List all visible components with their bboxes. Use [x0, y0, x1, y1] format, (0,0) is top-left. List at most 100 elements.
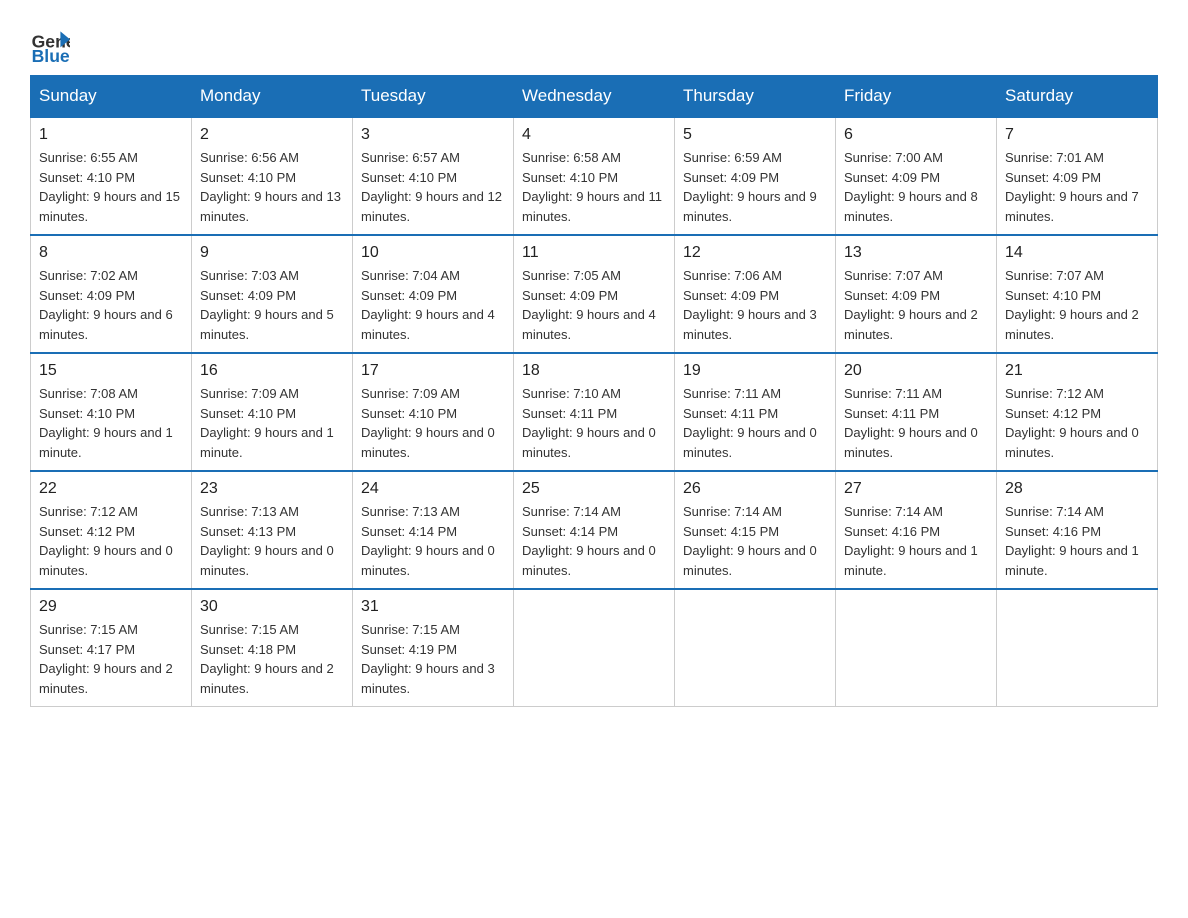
calendar-cell: 25 Sunrise: 7:14 AMSunset: 4:14 PMDaylig… — [514, 471, 675, 589]
day-number: 29 — [39, 598, 183, 616]
day-info: Sunrise: 7:14 AMSunset: 4:16 PMDaylight:… — [844, 502, 988, 580]
day-info: Sunrise: 7:12 AMSunset: 4:12 PMDaylight:… — [1005, 384, 1149, 462]
calendar-cell: 22 Sunrise: 7:12 AMSunset: 4:12 PMDaylig… — [31, 471, 192, 589]
calendar-cell: 27 Sunrise: 7:14 AMSunset: 4:16 PMDaylig… — [836, 471, 997, 589]
calendar-week-row: 8 Sunrise: 7:02 AMSunset: 4:09 PMDayligh… — [31, 235, 1158, 353]
day-info: Sunrise: 7:14 AMSunset: 4:15 PMDaylight:… — [683, 502, 827, 580]
day-number: 6 — [844, 126, 988, 144]
day-info: Sunrise: 7:04 AMSunset: 4:09 PMDaylight:… — [361, 266, 505, 344]
calendar-header-saturday: Saturday — [997, 76, 1158, 118]
day-number: 12 — [683, 244, 827, 262]
day-number: 10 — [361, 244, 505, 262]
calendar-cell: 16 Sunrise: 7:09 AMSunset: 4:10 PMDaylig… — [192, 353, 353, 471]
day-info: Sunrise: 7:13 AMSunset: 4:13 PMDaylight:… — [200, 502, 344, 580]
day-info: Sunrise: 7:08 AMSunset: 4:10 PMDaylight:… — [39, 384, 183, 462]
calendar-cell — [997, 589, 1158, 707]
day-number: 30 — [200, 598, 344, 616]
day-info: Sunrise: 7:13 AMSunset: 4:14 PMDaylight:… — [361, 502, 505, 580]
day-info: Sunrise: 7:11 AMSunset: 4:11 PMDaylight:… — [844, 384, 988, 462]
day-number: 22 — [39, 480, 183, 498]
day-info: Sunrise: 7:14 AMSunset: 4:16 PMDaylight:… — [1005, 502, 1149, 580]
day-number: 20 — [844, 362, 988, 380]
calendar-header-row: SundayMondayTuesdayWednesdayThursdayFrid… — [31, 76, 1158, 118]
calendar-cell: 3 Sunrise: 6:57 AMSunset: 4:10 PMDayligh… — [353, 117, 514, 235]
day-number: 5 — [683, 126, 827, 144]
calendar-cell: 31 Sunrise: 7:15 AMSunset: 4:19 PMDaylig… — [353, 589, 514, 707]
calendar-cell: 9 Sunrise: 7:03 AMSunset: 4:09 PMDayligh… — [192, 235, 353, 353]
day-info: Sunrise: 7:07 AMSunset: 4:09 PMDaylight:… — [844, 266, 988, 344]
day-number: 17 — [361, 362, 505, 380]
calendar-cell: 29 Sunrise: 7:15 AMSunset: 4:17 PMDaylig… — [31, 589, 192, 707]
calendar-cell: 28 Sunrise: 7:14 AMSunset: 4:16 PMDaylig… — [997, 471, 1158, 589]
calendar-cell: 13 Sunrise: 7:07 AMSunset: 4:09 PMDaylig… — [836, 235, 997, 353]
day-info: Sunrise: 6:59 AMSunset: 4:09 PMDaylight:… — [683, 148, 827, 226]
day-number: 31 — [361, 598, 505, 616]
page-header: General Blue — [30, 20, 1158, 65]
day-info: Sunrise: 7:15 AMSunset: 4:17 PMDaylight:… — [39, 620, 183, 698]
calendar-cell: 30 Sunrise: 7:15 AMSunset: 4:18 PMDaylig… — [192, 589, 353, 707]
calendar-cell: 19 Sunrise: 7:11 AMSunset: 4:11 PMDaylig… — [675, 353, 836, 471]
day-number: 24 — [361, 480, 505, 498]
calendar-cell: 17 Sunrise: 7:09 AMSunset: 4:10 PMDaylig… — [353, 353, 514, 471]
day-info: Sunrise: 7:09 AMSunset: 4:10 PMDaylight:… — [200, 384, 344, 462]
calendar-header-sunday: Sunday — [31, 76, 192, 118]
day-info: Sunrise: 7:10 AMSunset: 4:11 PMDaylight:… — [522, 384, 666, 462]
day-info: Sunrise: 7:14 AMSunset: 4:14 PMDaylight:… — [522, 502, 666, 580]
day-number: 9 — [200, 244, 344, 262]
day-info: Sunrise: 7:15 AMSunset: 4:18 PMDaylight:… — [200, 620, 344, 698]
calendar-cell: 15 Sunrise: 7:08 AMSunset: 4:10 PMDaylig… — [31, 353, 192, 471]
day-info: Sunrise: 7:07 AMSunset: 4:10 PMDaylight:… — [1005, 266, 1149, 344]
calendar-cell: 1 Sunrise: 6:55 AMSunset: 4:10 PMDayligh… — [31, 117, 192, 235]
calendar-cell: 20 Sunrise: 7:11 AMSunset: 4:11 PMDaylig… — [836, 353, 997, 471]
day-info: Sunrise: 7:01 AMSunset: 4:09 PMDaylight:… — [1005, 148, 1149, 226]
day-number: 13 — [844, 244, 988, 262]
day-number: 14 — [1005, 244, 1149, 262]
logo-icon: General Blue — [30, 25, 70, 65]
calendar-cell: 12 Sunrise: 7:06 AMSunset: 4:09 PMDaylig… — [675, 235, 836, 353]
calendar-week-row: 22 Sunrise: 7:12 AMSunset: 4:12 PMDaylig… — [31, 471, 1158, 589]
day-number: 2 — [200, 126, 344, 144]
calendar-cell: 26 Sunrise: 7:14 AMSunset: 4:15 PMDaylig… — [675, 471, 836, 589]
calendar-cell: 5 Sunrise: 6:59 AMSunset: 4:09 PMDayligh… — [675, 117, 836, 235]
day-number: 23 — [200, 480, 344, 498]
day-info: Sunrise: 6:58 AMSunset: 4:10 PMDaylight:… — [522, 148, 666, 226]
day-number: 28 — [1005, 480, 1149, 498]
calendar-cell: 21 Sunrise: 7:12 AMSunset: 4:12 PMDaylig… — [997, 353, 1158, 471]
calendar-cell: 2 Sunrise: 6:56 AMSunset: 4:10 PMDayligh… — [192, 117, 353, 235]
day-number: 15 — [39, 362, 183, 380]
day-number: 7 — [1005, 126, 1149, 144]
calendar-cell: 18 Sunrise: 7:10 AMSunset: 4:11 PMDaylig… — [514, 353, 675, 471]
day-number: 26 — [683, 480, 827, 498]
day-info: Sunrise: 6:55 AMSunset: 4:10 PMDaylight:… — [39, 148, 183, 226]
calendar-cell: 23 Sunrise: 7:13 AMSunset: 4:13 PMDaylig… — [192, 471, 353, 589]
calendar-cell: 8 Sunrise: 7:02 AMSunset: 4:09 PMDayligh… — [31, 235, 192, 353]
calendar-cell — [836, 589, 997, 707]
calendar-week-row: 29 Sunrise: 7:15 AMSunset: 4:17 PMDaylig… — [31, 589, 1158, 707]
logo: General Blue — [30, 20, 76, 65]
calendar-cell: 7 Sunrise: 7:01 AMSunset: 4:09 PMDayligh… — [997, 117, 1158, 235]
day-number: 11 — [522, 244, 666, 262]
day-info: Sunrise: 7:03 AMSunset: 4:09 PMDaylight:… — [200, 266, 344, 344]
calendar-header-tuesday: Tuesday — [353, 76, 514, 118]
day-number: 3 — [361, 126, 505, 144]
day-number: 4 — [522, 126, 666, 144]
day-info: Sunrise: 7:05 AMSunset: 4:09 PMDaylight:… — [522, 266, 666, 344]
calendar-cell: 14 Sunrise: 7:07 AMSunset: 4:10 PMDaylig… — [997, 235, 1158, 353]
day-number: 8 — [39, 244, 183, 262]
day-number: 16 — [200, 362, 344, 380]
calendar-header-monday: Monday — [192, 76, 353, 118]
calendar-header-thursday: Thursday — [675, 76, 836, 118]
calendar-cell: 6 Sunrise: 7:00 AMSunset: 4:09 PMDayligh… — [836, 117, 997, 235]
calendar-header-friday: Friday — [836, 76, 997, 118]
svg-text:Blue: Blue — [32, 46, 70, 65]
calendar-cell: 11 Sunrise: 7:05 AMSunset: 4:09 PMDaylig… — [514, 235, 675, 353]
calendar-week-row: 1 Sunrise: 6:55 AMSunset: 4:10 PMDayligh… — [31, 117, 1158, 235]
day-info: Sunrise: 6:57 AMSunset: 4:10 PMDaylight:… — [361, 148, 505, 226]
calendar-header-wednesday: Wednesday — [514, 76, 675, 118]
day-info: Sunrise: 7:11 AMSunset: 4:11 PMDaylight:… — [683, 384, 827, 462]
day-number: 18 — [522, 362, 666, 380]
calendar-week-row: 15 Sunrise: 7:08 AMSunset: 4:10 PMDaylig… — [31, 353, 1158, 471]
day-info: Sunrise: 7:06 AMSunset: 4:09 PMDaylight:… — [683, 266, 827, 344]
calendar-cell — [514, 589, 675, 707]
day-info: Sunrise: 7:09 AMSunset: 4:10 PMDaylight:… — [361, 384, 505, 462]
